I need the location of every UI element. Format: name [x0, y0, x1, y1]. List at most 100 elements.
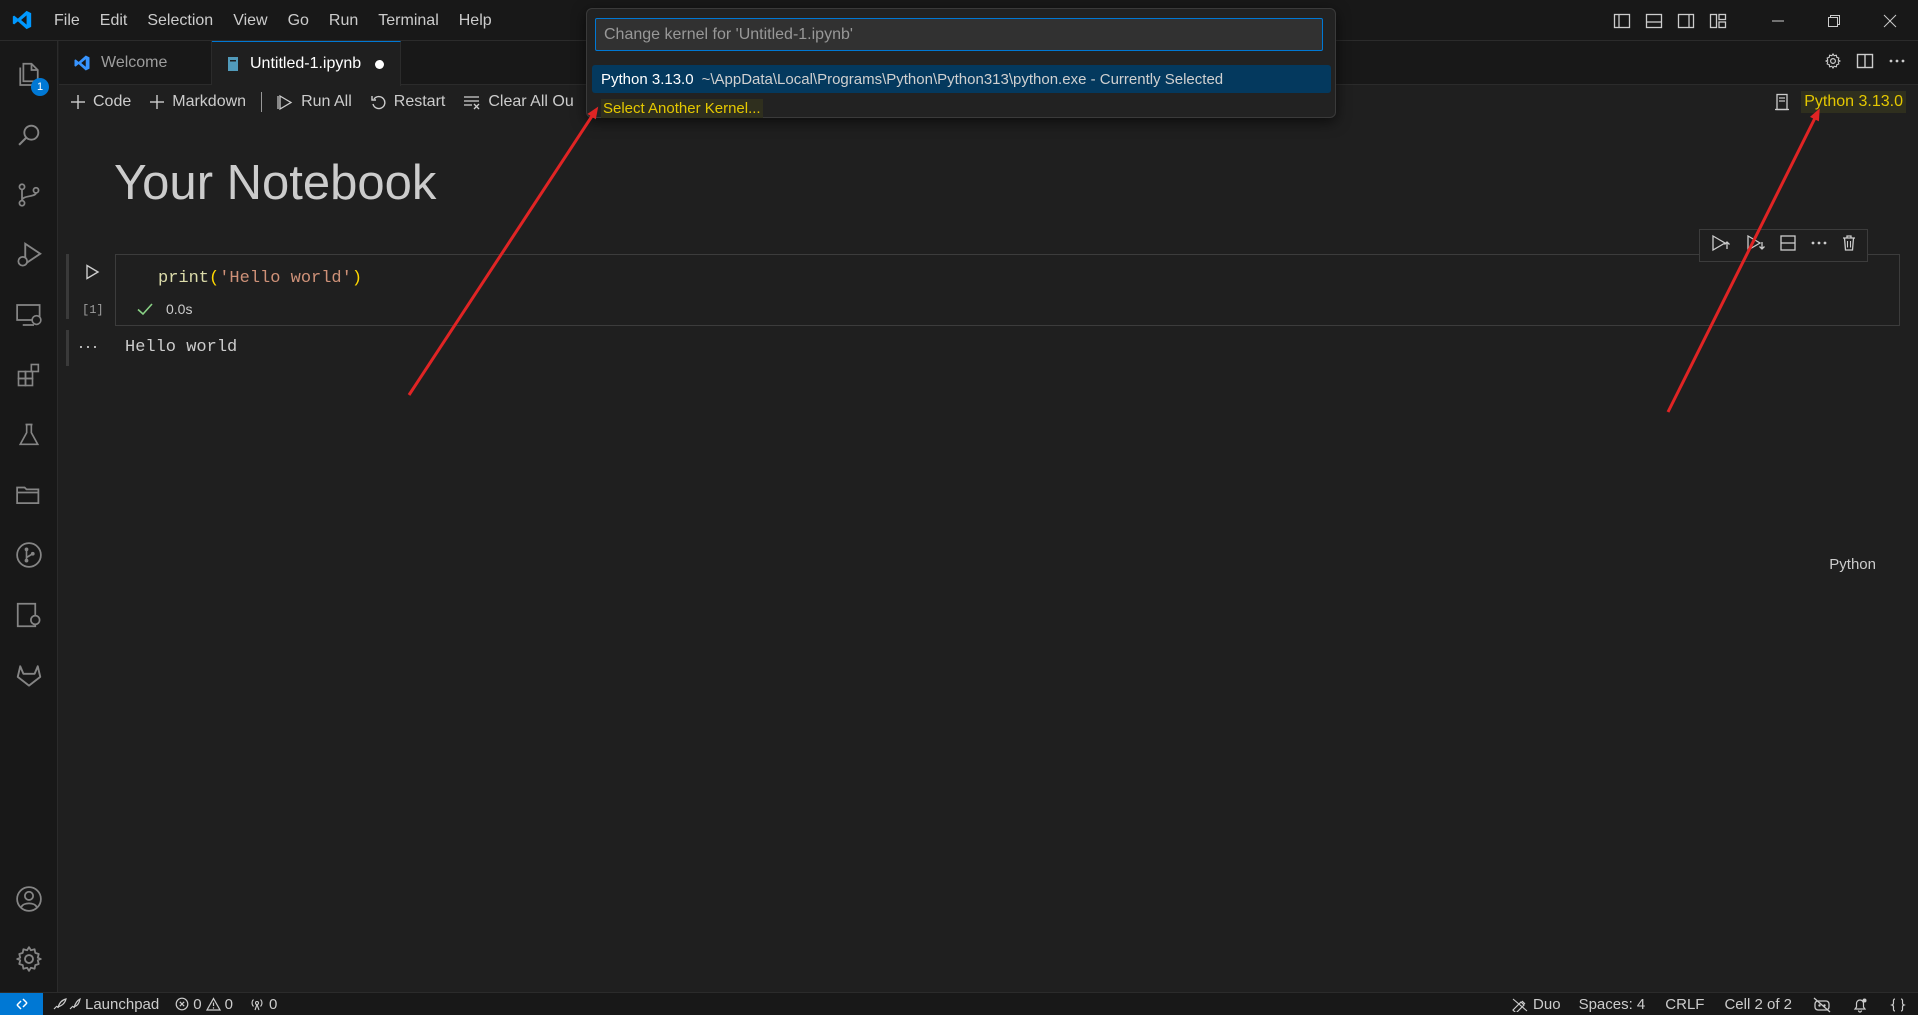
menu-run[interactable]: Run	[319, 0, 368, 41]
play-icon	[86, 264, 100, 280]
notifications-bell-icon[interactable]	[1842, 993, 1878, 1015]
remote-settings-icon[interactable]	[0, 587, 58, 643]
code-string-token: 'Hello world'	[219, 269, 352, 288]
toggle-secondary-sidebar-icon[interactable]	[1670, 0, 1702, 41]
more-actions-icon[interactable]	[1888, 52, 1906, 75]
copilot-disabled-icon[interactable]	[1802, 993, 1842, 1015]
run-debug-icon[interactable]	[0, 227, 58, 283]
gitlab-icon[interactable]	[0, 647, 58, 703]
tab-welcome[interactable]: Welcome	[59, 41, 212, 85]
status-bar: Launchpad 0 0 0 Duo Spaces: 4 CRLF Cell …	[0, 992, 1918, 1015]
tab-welcome-label: Welcome	[101, 54, 168, 71]
error-count: 0	[193, 995, 202, 1013]
execute-below-icon[interactable]	[1745, 233, 1767, 258]
run-all-button[interactable]: Run All	[268, 87, 361, 117]
minimize-icon[interactable]	[1750, 0, 1806, 41]
title-controls	[1606, 0, 1918, 41]
search-icon[interactable]	[0, 107, 58, 163]
line-ending-item[interactable]: CRLF	[1655, 993, 1714, 1015]
plus-icon	[71, 95, 85, 109]
notebook-settings-gear-icon[interactable]	[1824, 52, 1842, 75]
kernel-search-input[interactable]	[595, 18, 1323, 51]
explorer-badge: 1	[31, 78, 49, 96]
tab-untitled-label: Untitled-1.ipynb	[250, 55, 362, 72]
editor-actions	[1824, 41, 1906, 85]
explorer-icon[interactable]: 1	[0, 47, 58, 103]
kernel-quick-pick: Python 3.13.0 ~\AppData\Local\Programs\P…	[586, 8, 1336, 118]
add-code-cell-button[interactable]: Code	[61, 87, 140, 117]
select-another-kernel-option[interactable]: Select Another Kernel...	[592, 94, 1331, 122]
execute-above-icon[interactable]	[1710, 233, 1732, 258]
git-graph-icon[interactable]	[0, 527, 58, 583]
activity-bar: 1	[0, 41, 58, 992]
launchpad-label: Launchpad	[85, 995, 160, 1013]
manage-gear-icon[interactable]	[0, 931, 58, 987]
restart-label: Restart	[393, 93, 446, 110]
menu-help[interactable]: Help	[449, 0, 502, 41]
clear-all-outputs-button[interactable]: Clear All Ou	[454, 87, 582, 117]
braces-icon[interactable]	[1878, 993, 1918, 1015]
cell-more-actions-icon[interactable]	[1810, 234, 1828, 257]
code-function-token: print	[158, 269, 210, 288]
menu-bar: File Edit Selection View Go Run Terminal…	[44, 0, 502, 41]
add-markdown-cell-button[interactable]: Markdown	[140, 87, 255, 117]
select-another-kernel-label: Select Another Kernel...	[601, 98, 763, 118]
kernel-picker-button[interactable]: Python 3.13.0	[1773, 85, 1906, 119]
clear-all-label: Clear All Ou	[488, 93, 574, 110]
annotation-arrows	[407, 106, 1820, 413]
run-cell-button[interactable]	[80, 260, 104, 284]
cell-toolbar	[1699, 229, 1868, 262]
folders-icon[interactable]	[0, 467, 58, 523]
problems-item[interactable]: 0 0	[167, 993, 241, 1015]
remote-indicator-icon[interactable]	[0, 992, 43, 1015]
code-line[interactable]: print('Hello world')	[158, 269, 362, 288]
split-cell-icon[interactable]	[1779, 234, 1797, 257]
kernel-label: Python 3.13.0	[1801, 91, 1906, 113]
tab-untitled-notebook[interactable]: Untitled-1.ipynb	[212, 41, 401, 86]
output-more-actions[interactable]: ···	[78, 336, 99, 357]
success-check-icon	[137, 303, 153, 316]
menu-selection[interactable]: Selection	[137, 0, 223, 41]
run-all-icon	[277, 94, 293, 110]
code-open-paren: (	[209, 269, 220, 288]
restart-kernel-button[interactable]: Restart	[361, 87, 455, 117]
plus-icon	[150, 95, 165, 109]
menu-edit[interactable]: Edit	[90, 0, 138, 41]
cell-position-item[interactable]: Cell 2 of 2	[1714, 993, 1802, 1015]
menu-file[interactable]: File	[44, 0, 90, 41]
toggle-primary-sidebar-icon[interactable]	[1606, 0, 1638, 41]
unsaved-dot-icon[interactable]	[375, 59, 385, 69]
menu-go[interactable]: Go	[278, 0, 319, 41]
cell-language-label[interactable]: Python	[1829, 556, 1876, 573]
ports-item[interactable]: 0	[241, 993, 285, 1015]
kernel-option-label: Python 3.13.0	[601, 70, 694, 88]
execution-status: 0.0s	[136, 301, 192, 317]
menu-terminal[interactable]: Terminal	[368, 0, 448, 41]
accounts-icon[interactable]	[0, 871, 58, 927]
restore-icon[interactable]	[1806, 0, 1862, 41]
markdown-heading[interactable]: Your Notebook	[114, 155, 436, 211]
split-editor-icon[interactable]	[1856, 52, 1874, 75]
warning-icon	[205, 997, 221, 1011]
code-cell-editor[interactable]: Python	[115, 254, 1900, 573]
kernel-option-current[interactable]: Python 3.13.0 ~\AppData\Local\Programs\P…	[592, 65, 1331, 93]
kernel-server-icon	[1775, 93, 1790, 111]
testing-icon[interactable]	[0, 407, 58, 463]
close-window-icon[interactable]	[1862, 0, 1918, 41]
vscode-tab-icon	[73, 54, 91, 72]
add-markdown-label: Markdown	[172, 93, 247, 110]
launchpad-item[interactable]: Launchpad	[43, 993, 167, 1015]
toggle-panel-icon[interactable]	[1638, 0, 1670, 41]
kernel-option-description: ~\AppData\Local\Programs\Python\Python31…	[701, 70, 1224, 88]
delete-cell-trash-icon[interactable]	[1841, 234, 1857, 257]
menu-view[interactable]: View	[223, 0, 277, 41]
remote-explorer-icon[interactable]	[0, 287, 58, 343]
toolbar-divider	[261, 92, 263, 112]
customize-layout-icon[interactable]	[1702, 0, 1734, 41]
duo-item[interactable]: Duo	[1503, 993, 1569, 1015]
source-control-icon[interactable]	[0, 167, 58, 223]
indentation-item[interactable]: Spaces: 4	[1569, 993, 1656, 1015]
add-code-label: Code	[93, 93, 132, 110]
extensions-icon[interactable]	[0, 347, 58, 403]
warning-count: 0	[224, 995, 233, 1013]
